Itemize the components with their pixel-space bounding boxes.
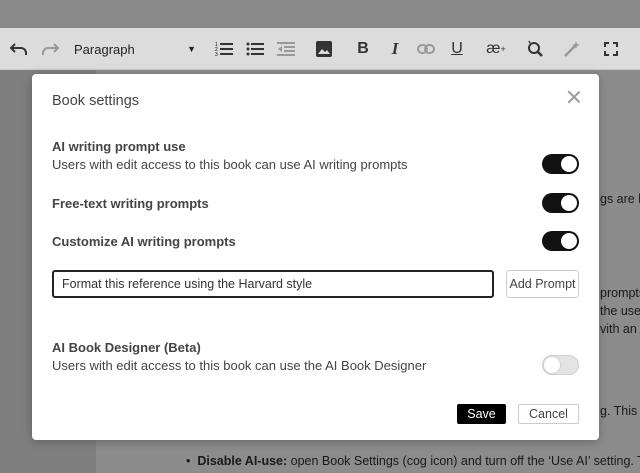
ai-magic-icon[interactable] bbox=[559, 28, 585, 70]
add-prompt-button[interactable]: Add Prompt bbox=[506, 270, 579, 298]
ai-prompt-use-description: Users with edit access to this book can … bbox=[52, 157, 408, 172]
underline-icon[interactable]: U bbox=[444, 28, 470, 70]
customize-prompts-title: Customize AI writing prompts bbox=[52, 234, 236, 249]
bullet-rest-text: open Book Settings (cog icon) and turn o… bbox=[287, 454, 640, 468]
bullet-bold-text: Disable AI-use: bbox=[197, 454, 288, 468]
free-text-prompts-toggle[interactable] bbox=[542, 193, 579, 213]
book-designer-title: AI Book Designer (Beta) bbox=[52, 340, 201, 355]
special-character-icon[interactable]: æ + bbox=[483, 28, 509, 70]
toggle-knob bbox=[561, 195, 577, 211]
background-text-line: the use bbox=[600, 304, 640, 318]
toggle-knob bbox=[561, 156, 577, 172]
ai-prompt-use-title: AI writing prompt use bbox=[52, 139, 186, 154]
free-text-prompts-title: Free-text writing prompts bbox=[52, 196, 209, 211]
modal-title: Book settings bbox=[52, 93, 140, 109]
background-text-line: vith an A bbox=[600, 322, 640, 336]
background-text-line: g. This a bbox=[600, 404, 640, 418]
ai-prompt-use-toggle[interactable] bbox=[542, 154, 579, 174]
block-format-select[interactable]: Paragraph ▼ bbox=[74, 28, 198, 70]
undo-icon[interactable] bbox=[6, 28, 32, 70]
redo-icon[interactable] bbox=[37, 28, 63, 70]
background-bullet-item: • Disable AI-use: open Book Settings (co… bbox=[186, 454, 640, 468]
window-top-strip bbox=[0, 0, 640, 28]
customize-prompts-toggle[interactable] bbox=[542, 231, 579, 251]
book-designer-description: Users with edit access to this book can … bbox=[52, 358, 427, 373]
book-settings-modal: Book settings AI writing prompt use User… bbox=[32, 74, 599, 440]
bullet-list-icon[interactable] bbox=[242, 28, 268, 70]
cancel-button[interactable]: Cancel bbox=[518, 404, 579, 424]
image-icon[interactable] bbox=[311, 28, 337, 70]
italic-icon[interactable]: I bbox=[382, 28, 408, 70]
chevron-down-icon: ▼ bbox=[187, 44, 196, 54]
background-text-line: gs are lin bbox=[600, 192, 640, 206]
numbered-list-icon[interactable]: 123 bbox=[211, 28, 237, 70]
svg-text:3: 3 bbox=[215, 52, 218, 57]
background-text-line: prompts bbox=[600, 286, 640, 300]
find-replace-icon[interactable] bbox=[522, 28, 548, 70]
bold-icon[interactable]: B bbox=[350, 28, 376, 70]
fullscreen-icon[interactable] bbox=[598, 28, 624, 70]
close-icon[interactable] bbox=[565, 88, 583, 106]
editor-toolbar: Paragraph ▼ 123 B I U æ + bbox=[0, 28, 640, 70]
save-button[interactable]: Save bbox=[457, 404, 506, 424]
toggle-knob bbox=[561, 233, 577, 249]
book-designer-toggle[interactable] bbox=[542, 355, 579, 375]
toggle-knob bbox=[544, 357, 560, 373]
link-icon[interactable] bbox=[413, 28, 439, 70]
outdent-icon[interactable] bbox=[273, 28, 299, 70]
custom-prompt-input[interactable] bbox=[52, 270, 494, 298]
block-format-value: Paragraph bbox=[74, 41, 135, 57]
